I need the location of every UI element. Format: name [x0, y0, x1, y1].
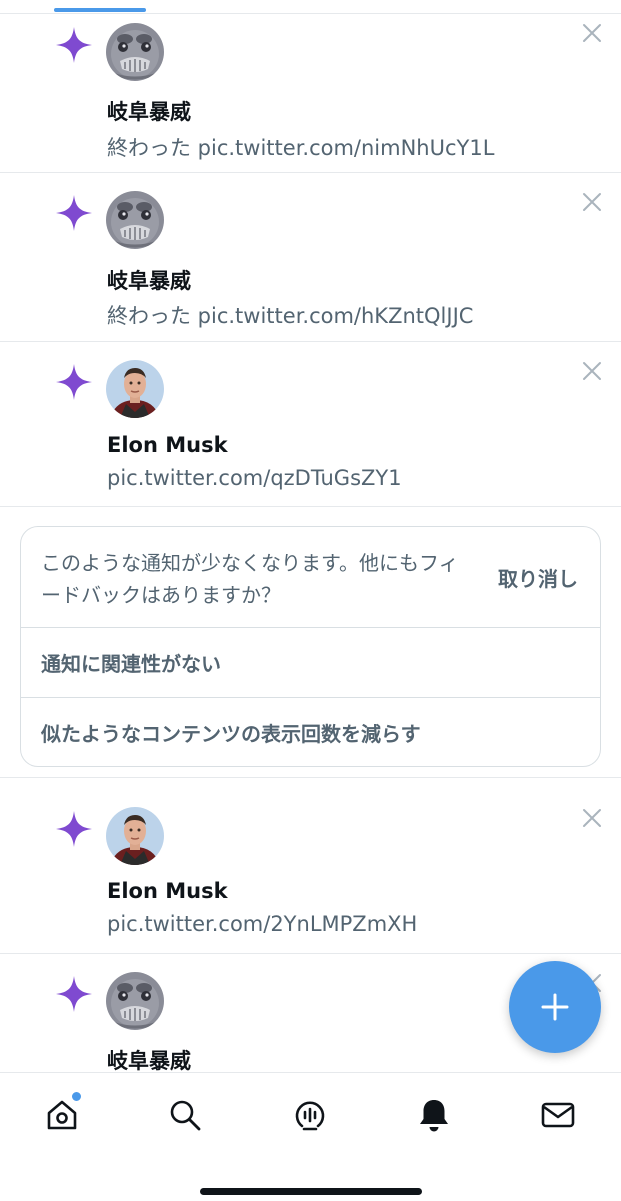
avatar[interactable] — [106, 972, 164, 1030]
plus-icon — [541, 993, 569, 1021]
sparkle-icon — [54, 193, 94, 233]
close-icon[interactable] — [581, 191, 603, 213]
feedback-option-show-less[interactable]: 似たようなコンテンツの表示回数を減らす — [21, 697, 600, 766]
notification-dot — [70, 1090, 83, 1103]
author-name[interactable]: 岐阜暴威 — [107, 265, 191, 295]
search-icon — [170, 1100, 201, 1131]
notification-item[interactable]: 岐阜暴威 終わった pic.twitter.com/nimNhUcY1L — [0, 14, 621, 173]
tab-messages[interactable] — [536, 1093, 580, 1137]
undo-button[interactable]: 取り消し — [498, 563, 578, 592]
sparkle-icon — [54, 809, 94, 849]
tab-spaces[interactable] — [288, 1093, 332, 1137]
tab-notifications[interactable] — [412, 1093, 456, 1137]
spaces-icon — [295, 1101, 325, 1131]
tab-search[interactable] — [163, 1093, 207, 1137]
avatar[interactable] — [106, 23, 164, 81]
avatar[interactable] — [106, 360, 164, 418]
mail-icon — [541, 1102, 575, 1128]
notification-text: pic.twitter.com/qzDTuGsZY1 — [107, 466, 402, 490]
notification-item[interactable]: 岐阜暴威 終わった pic.twitter.com/hKZntQlJJC — [0, 173, 621, 342]
home-indicator — [200, 1188, 422, 1195]
tab-indicator — [54, 8, 146, 12]
author-name[interactable]: 岐阜暴威 — [107, 96, 191, 126]
sparkle-icon — [54, 974, 94, 1014]
author-name[interactable]: Elon Musk — [107, 433, 228, 457]
sparkle-icon — [54, 25, 94, 65]
notification-item[interactable]: Elon Musk pic.twitter.com/qzDTuGsZY1 — [0, 342, 621, 507]
notification-text: pic.twitter.com/2YnLMPZmXH — [107, 912, 418, 936]
author-name[interactable]: Elon Musk — [107, 879, 228, 903]
home-icon — [47, 1100, 77, 1130]
avatar[interactable] — [106, 191, 164, 249]
bottom-tab-bar — [0, 1072, 621, 1201]
feedback-message: このような通知が少なくなります。他にもフィードバックはありますか？ — [41, 551, 459, 607]
avatar[interactable] — [106, 807, 164, 865]
feedback-option-not-relevant[interactable]: 通知に関連性がない — [21, 627, 600, 697]
sparkle-icon — [54, 362, 94, 402]
notification-text: 終わった pic.twitter.com/nimNhUcY1L — [107, 136, 495, 160]
author-name[interactable]: 岐阜暴威 — [107, 1045, 191, 1075]
close-icon[interactable] — [581, 807, 603, 829]
bell-icon — [420, 1100, 448, 1132]
close-icon[interactable] — [581, 360, 603, 382]
notification-text: 終わった pic.twitter.com/hKZntQlJJC — [107, 304, 474, 328]
compose-button[interactable] — [509, 961, 601, 1053]
notification-item[interactable]: Elon Musk pic.twitter.com/2YnLMPZmXH — [0, 778, 621, 954]
close-icon[interactable] — [581, 22, 603, 44]
feedback-card: このような通知が少なくなります。他にもフィードバックはありますか？ 取り消し 通… — [20, 526, 601, 767]
